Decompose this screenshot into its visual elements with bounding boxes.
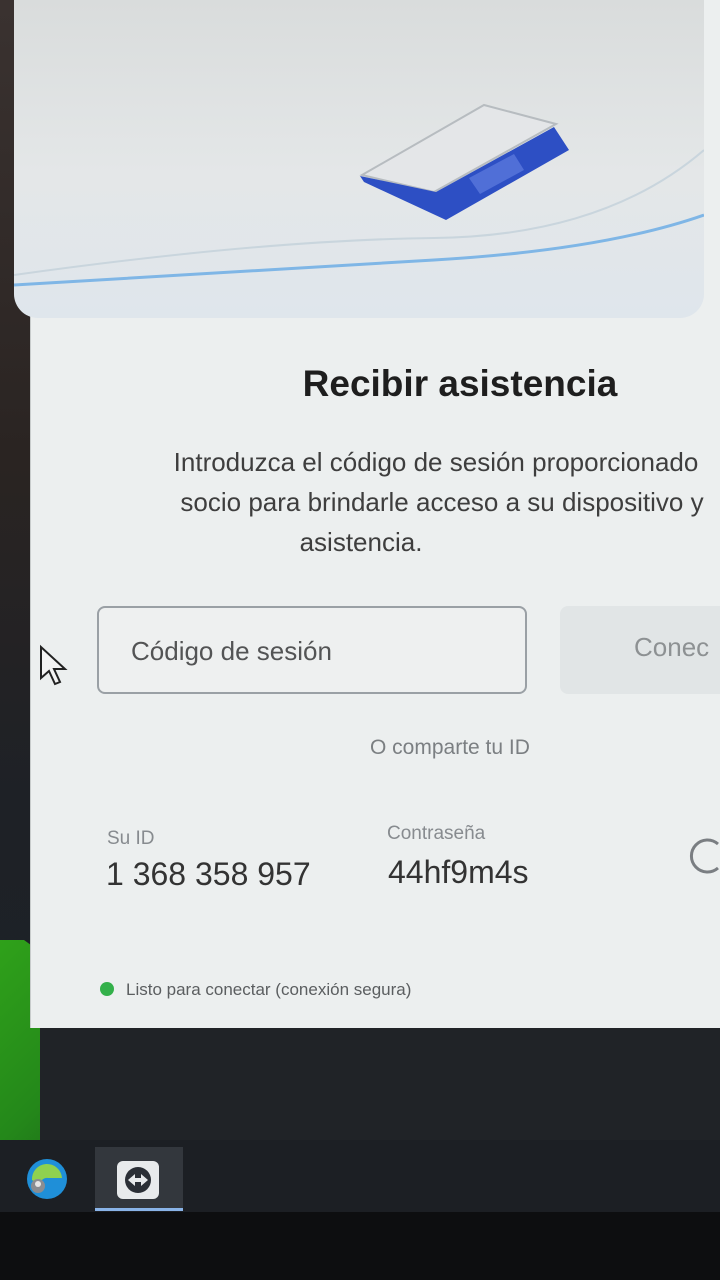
instructions-line: asistencia. [299,527,423,557]
connect-button-label: Conec [634,632,710,662]
instructions-line: socio para brindarle acceso a su disposi… [180,487,704,517]
connect-button[interactable]: Conec [560,606,720,694]
share-id-link[interactable]: O comparte tu ID [370,736,530,760]
teamviewer-taskbar-button[interactable] [95,1147,183,1211]
copy-icon[interactable] [688,836,720,876]
mouse-cursor-icon [40,644,68,686]
instructions-line: Introduzca el código de sesión proporcio… [173,447,699,477]
password-label: Contraseña [387,823,486,844]
monitor-bezel [0,1212,720,1280]
edge-browser-icon[interactable] [22,1156,72,1202]
session-code-input[interactable]: Código de sesión [97,606,527,694]
laptop-illustration [14,103,704,287]
your-id-value: 1 368 358 957 [106,856,311,892]
instructions-text: Introduzca el código de sesión proporcio… [96,442,720,562]
status-text: Listo para conectar (conexión segura) [126,980,412,999]
page-title: Recibir asistencia [302,363,618,404]
connection-status: Listo para conectar (conexión segura) [100,980,411,1000]
desktop-background [40,1028,720,1140]
password-value: 44hf9m4s [388,854,529,890]
session-code-placeholder: Código de sesión [131,636,332,666]
teamviewer-icon [117,1161,159,1199]
your-id-label: Su ID [107,828,155,849]
status-dot-icon [100,982,114,996]
hero-illustration [14,0,704,318]
